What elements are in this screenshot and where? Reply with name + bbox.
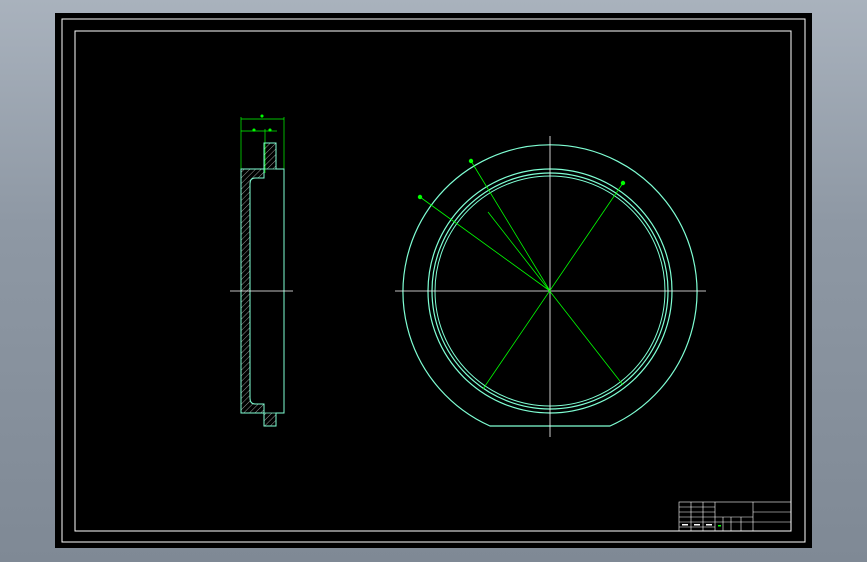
section-flange-hatch-bottom — [263, 412, 277, 427]
ring-section-view — [230, 114, 293, 427]
section-flange-outline — [263, 142, 285, 427]
radius-leaders — [417, 158, 626, 390]
section-dimensions — [240, 114, 285, 173]
outer-frame — [61, 18, 806, 543]
drawing-sheet — [55, 13, 812, 548]
section-flange-hatch-top — [263, 142, 277, 170]
title-block — [678, 501, 792, 532]
ring-front-view — [395, 136, 706, 437]
cad-drawing — [61, 18, 806, 543]
